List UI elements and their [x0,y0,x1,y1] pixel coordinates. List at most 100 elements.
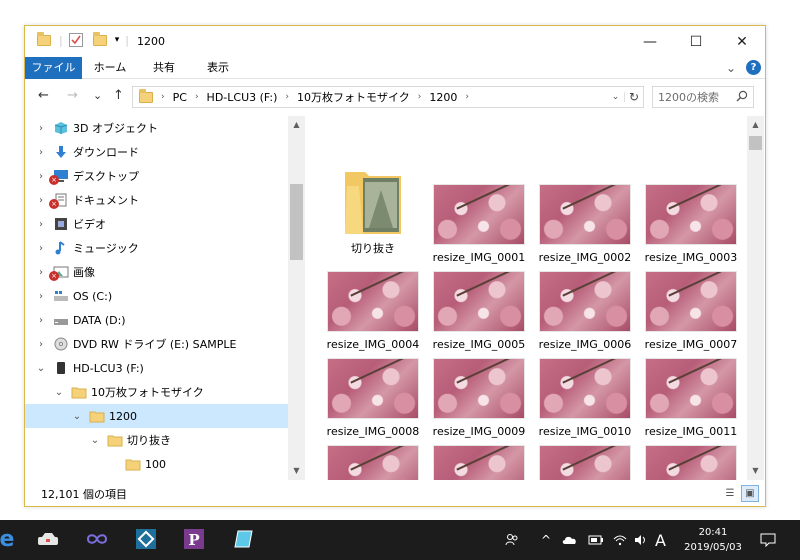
chevron-right-icon[interactable]: › [35,267,47,278]
chevron-down-icon[interactable]: ⌄ [89,435,101,446]
chevron-down-icon[interactable]: ⌄ [35,363,47,374]
close-button[interactable]: ✕ [719,26,765,57]
sidebar-item[interactable]: › × デスクトップ [25,164,288,188]
sidebar-item[interactable]: ⌄ 1200 [25,404,288,428]
onedrive-icon[interactable] [562,520,578,560]
file-item[interactable]: resize_IMG_0011 [639,358,743,438]
file-item[interactable]: resize_IMG_0009 [427,358,531,438]
file-item[interactable]: resize_IMG_0005 [427,271,531,351]
car-app-icon[interactable] [36,526,60,552]
file-item[interactable]: resize_IMG_0001 [427,184,531,264]
people-icon[interactable] [505,520,519,560]
chevron-right-icon[interactable]: › [35,147,47,158]
sidebar-item[interactable]: › 3D オブジェクト [25,116,288,140]
minimize-button[interactable]: — [627,26,673,57]
chevron-up-icon[interactable]: ^ [541,520,551,560]
chevron-right-icon[interactable]: › [35,291,47,302]
tab-home[interactable]: ホーム [85,57,135,79]
chevron-right-icon[interactable]: › [35,219,47,230]
file-item[interactable]: resize_IMG_0002 [533,184,637,264]
search-box[interactable]: 1200の検索 [652,86,754,108]
sidebar-item[interactable]: › × 画像 [25,260,288,284]
infinity-app-icon[interactable] [84,526,110,552]
breadcrumb-separator[interactable]: › [285,92,289,102]
sidebar-item[interactable]: 100 [25,452,288,476]
scroll-down-arrow[interactable]: ▼ [747,466,764,475]
search-input[interactable]: 1200の検索 [658,89,719,105]
sidebar-item[interactable]: › DVD RW ドライブ (E:) SAMPLE [25,332,288,356]
file-item[interactable] [321,445,425,480]
file-item[interactable] [427,445,531,480]
scroll-up-arrow[interactable]: ▲ [747,120,764,129]
customize-quick-access-icon[interactable]: ▾ [115,35,120,45]
details-view-button[interactable]: ☰ [721,485,739,502]
notification-icon[interactable] [760,520,776,560]
breadcrumb-pc[interactable]: PC [173,91,187,104]
edge-icon[interactable]: e [0,526,20,552]
breadcrumb-drive[interactable]: HD-LCU3 (F:) [207,91,278,104]
chevron-right-icon[interactable]: › [35,243,47,254]
battery-icon[interactable] [588,520,604,560]
sidebar-item[interactable]: › × ドキュメント [25,188,288,212]
volume-icon[interactable] [634,520,648,560]
back-button[interactable]: ← [38,88,49,103]
settings-app-icon[interactable] [133,526,159,552]
p-app-icon[interactable]: P [181,526,207,552]
sidebar-item[interactable]: › ダウンロード [25,140,288,164]
scrollbar-thumb[interactable] [749,136,762,150]
tab-view[interactable]: 表示 [193,57,243,79]
ime-mode-indicator[interactable]: A [655,520,666,560]
file-item[interactable]: resize_IMG_0003 [639,184,743,264]
sidebar-item[interactable]: ⌄ HD-LCU3 (F:) [25,356,288,380]
chevron-down-icon[interactable]: ⌄ [53,387,65,398]
tab-file[interactable]: ファイル [25,57,82,79]
wifi-icon[interactable] [613,520,627,560]
breadcrumb-separator[interactable]: › [161,92,165,102]
help-icon[interactable]: ? [746,60,761,75]
sidebar-item[interactable]: › ミュージック [25,236,288,260]
address-bar[interactable]: › PC › HD-LCU3 (F:) › 10万枚フォトモザイク › 1200… [132,86,644,108]
notebook-app-icon[interactable] [231,526,257,552]
tab-share[interactable]: 共有 [139,57,189,79]
address-history-button[interactable]: ⌄ [607,92,625,102]
chevron-down-icon[interactable]: ⌄ [71,411,83,422]
file-item[interactable]: resize_IMG_0010 [533,358,637,438]
breadcrumb-separator[interactable]: › [465,92,469,102]
sidebar-item[interactable]: › OS (C:) [25,284,288,308]
chevron-down-icon[interactable]: ⌄ [726,61,736,75]
scroll-down-arrow[interactable]: ▼ [288,466,305,475]
file-item[interactable]: resize_IMG_0008 [321,358,425,438]
refresh-button[interactable]: ↻ [625,90,643,104]
breadcrumb-separator[interactable]: › [418,92,422,102]
file-item[interactable]: resize_IMG_0004 [321,271,425,351]
up-button[interactable]: ↑ [113,88,124,103]
navigation-pane-scrollbar[interactable]: ▲ ▼ [288,116,305,480]
maximize-button[interactable]: ☐ [673,26,719,57]
breadcrumb-mosaic-folder[interactable]: 10万枚フォトモザイク [297,89,410,105]
chevron-right-icon[interactable]: › [35,195,47,206]
folder-item[interactable]: 切り抜き [321,160,425,256]
forward-button[interactable]: → [67,88,78,103]
sidebar-item[interactable]: ⌄ 10万枚フォトモザイク [25,380,288,404]
file-item[interactable] [639,445,743,480]
properties-icon[interactable] [68,33,83,47]
recent-locations-button[interactable]: ⌄ [93,89,102,102]
clock[interactable]: 20:41 2019/05/03 [682,525,744,555]
file-item[interactable]: resize_IMG_0007 [639,271,743,351]
scrollbar-thumb[interactable] [290,184,303,260]
chevron-right-icon[interactable]: › [35,171,47,182]
file-list-scrollbar[interactable]: ▲ ▼ [747,116,764,480]
chevron-right-icon[interactable]: › [35,123,47,134]
file-item[interactable]: resize_IMG_0006 [533,271,637,351]
breadcrumb-separator[interactable]: › [195,92,199,102]
sidebar-item[interactable]: ⌄ 切り抜き [25,428,288,452]
chevron-right-icon[interactable]: › [35,315,47,326]
new-folder-icon[interactable] [92,31,107,46]
breadcrumb-current-folder[interactable]: 1200 [429,91,457,104]
large-icons-view-button[interactable]: ▣ [741,485,759,502]
file-item[interactable] [533,445,637,480]
sidebar-item[interactable]: › ビデオ [25,212,288,236]
sidebar-item[interactable]: › DATA (D:) [25,308,288,332]
scroll-up-arrow[interactable]: ▲ [288,120,305,129]
chevron-right-icon[interactable]: › [35,339,47,350]
